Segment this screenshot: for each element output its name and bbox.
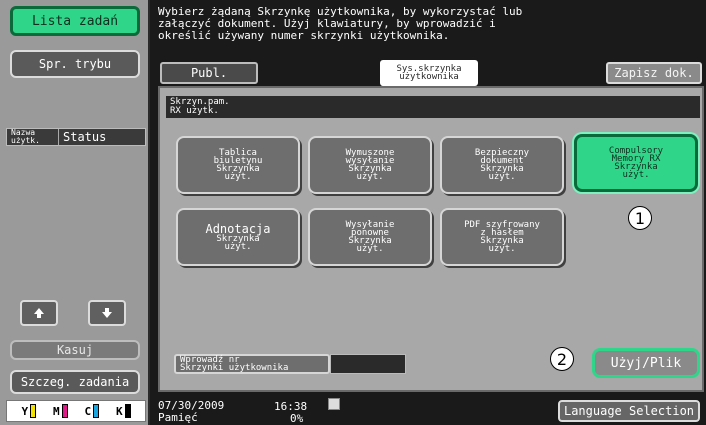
toner-yellow: Y [21, 404, 37, 418]
toner-cyan: C [84, 404, 100, 418]
memory-label: Pamięć [158, 411, 198, 424]
toner-levels: Y M C K [6, 400, 146, 422]
box-label-line: użyt. [622, 170, 650, 180]
delete-button[interactable]: Kasuj [10, 340, 140, 360]
toner-magenta-label: M [52, 405, 60, 418]
job-list-header: Nazwa użytk. Status [6, 128, 146, 146]
box-label-line: użyt. [224, 241, 252, 252]
box-label-line: Adnotacja [205, 221, 271, 236]
user-name-column-header: Nazwa użytk. [7, 129, 59, 145]
sidebar: Lista zadań Spr. trybu Nazwa użytk. Stat… [0, 0, 150, 425]
encrypted-pdf-box-button[interactable]: PDF szyfrowany z hasłem Skrzynka użyt. [440, 208, 564, 266]
user-box-panel: Skrzyn.pam. RX użytk. Tablica biuletynu … [158, 86, 704, 392]
bulletin-board-box-button[interactable]: Tablica biuletynu Skrzynka użyt. [176, 136, 300, 194]
toner-yellow-bar [30, 404, 37, 418]
breadcrumb: Skrzyn.pam. RX użytk. [166, 96, 700, 118]
callout-2: 2 [550, 347, 574, 371]
forced-transmission-box-button[interactable]: Wymuszone wysyłanie Skrzynka użyt. [308, 136, 432, 194]
box-label-line: użyt. [356, 172, 384, 182]
user-name-header-line2: użytk. [11, 136, 40, 145]
mode-check-button[interactable]: Spr. trybu [10, 50, 140, 78]
toner-cyan-bar [93, 404, 100, 418]
toner-black-label: K [115, 405, 123, 418]
copier-panel-screen: Lista zadań Spr. trybu Nazwa użytk. Stat… [0, 0, 706, 425]
network-icon [328, 398, 340, 410]
callout-1: 1 [628, 206, 652, 230]
box-number-field[interactable] [330, 354, 406, 374]
tab-public[interactable]: Publ. [160, 62, 258, 84]
scroll-up-button[interactable] [20, 300, 58, 326]
box-label-line: użyt. [488, 244, 516, 254]
memory-value: 0% [290, 412, 304, 425]
box-label-line: użyt. [488, 172, 516, 182]
toner-cyan-label: C [84, 405, 92, 418]
instruction-message: Wybierz żądaną Skrzynkę użytkownika, by … [158, 5, 523, 42]
toner-magenta: M [53, 404, 68, 418]
breadcrumb-line1: Skrzyn.pam. [170, 97, 230, 107]
toner-yellow-label: Y [21, 405, 29, 418]
scroll-down-button[interactable] [88, 300, 126, 326]
tab-bar: Publ. Sys.skrzynka użytkownika Zapisz do… [152, 60, 706, 86]
box-label-line: użyt. [224, 172, 252, 182]
retransmission-box-button[interactable]: Wysyłanie ponowne Skrzynka użyt. [308, 208, 432, 266]
tab-system-user-box[interactable]: Sys.skrzynka użytkownika [380, 60, 478, 86]
enter-box-number-button[interactable]: Wprowadź nr Skrzynki użytkownika [174, 354, 330, 374]
annotation-box-button[interactable]: Adnotacja Skrzynka użyt. [176, 208, 300, 266]
arrow-down-icon [102, 308, 112, 318]
breadcrumb-line2: RX użytk. [170, 106, 219, 116]
box-label-line: użyt. [356, 244, 384, 254]
arrow-up-icon [34, 308, 44, 318]
use-file-button[interactable]: Użyj/Plik [592, 348, 700, 378]
job-details-button[interactable]: Szczeg. zadania [10, 370, 140, 394]
secure-document-box-button[interactable]: Bezpieczny dokument Skrzynka użyt. [440, 136, 564, 194]
tab-system-user-box-line2: użytkownika [399, 72, 459, 82]
job-list-button[interactable]: Lista zadań [10, 6, 140, 36]
toner-magenta-bar [61, 404, 68, 418]
status-bar: 07/30/2009 16:38 Pamięć 0% Language Sele… [152, 396, 706, 425]
enter-box-number-line2: Skrzynki użytkownika [180, 363, 289, 373]
language-selection-button[interactable]: Language Selection [558, 400, 700, 422]
status-column-header: Status [63, 130, 107, 144]
compulsory-memory-rx-box-button[interactable]: Compulsory Memory RX Skrzynka użyt. [574, 134, 698, 192]
save-document-button[interactable]: Zapisz dok. [606, 62, 702, 84]
toner-black: K [116, 404, 131, 418]
status-date: 07/30/2009 [158, 399, 225, 412]
toner-black-bar [124, 404, 131, 418]
